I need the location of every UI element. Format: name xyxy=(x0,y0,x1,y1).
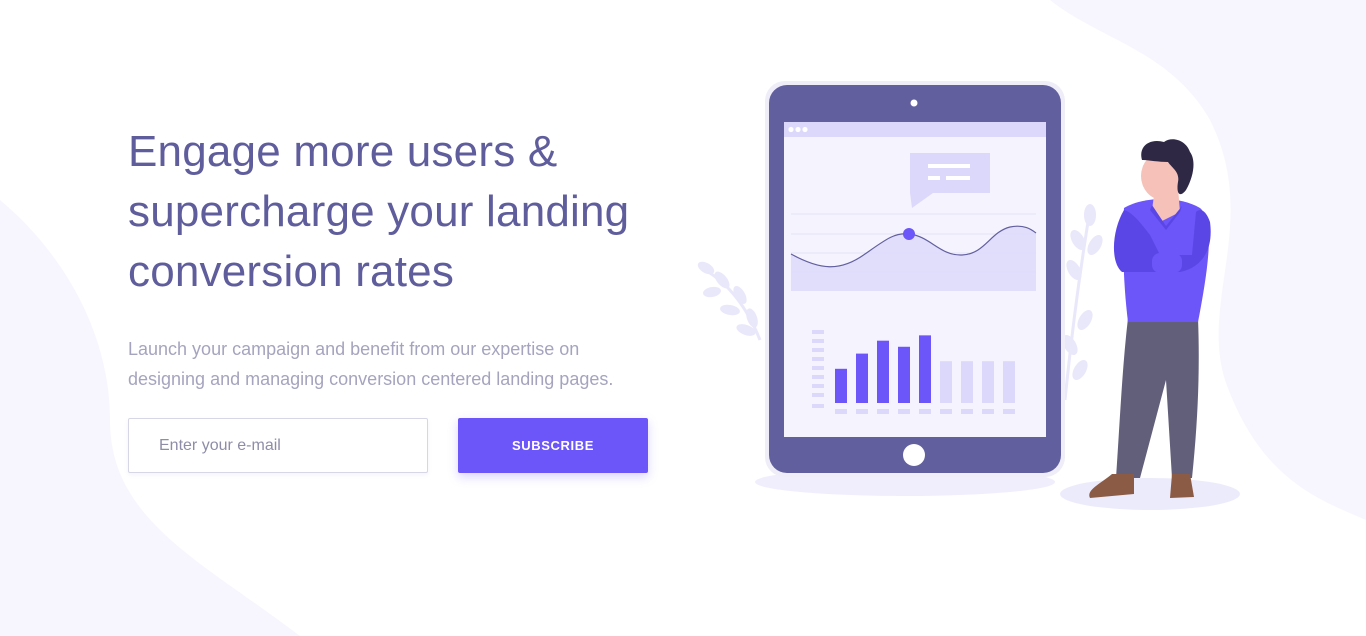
subtext-line: Launch your campaign and benefit from ou… xyxy=(128,339,580,359)
right-blob xyxy=(1050,0,1366,520)
headline-line: supercharge your landing xyxy=(128,187,630,236)
signup-form: SUBSCRIBE xyxy=(128,418,648,473)
subscribe-button[interactable]: SUBSCRIBE xyxy=(458,418,648,473)
headline-line: conversion rates xyxy=(128,247,455,296)
hero-text: Engage more users & supercharge your lan… xyxy=(128,122,688,394)
subtext: Launch your campaign and benefit from ou… xyxy=(128,334,688,394)
headline-line: Engage more users & xyxy=(128,127,558,176)
email-input[interactable] xyxy=(128,418,428,473)
subtext-line: designing and managing conversion center… xyxy=(128,369,614,389)
headline: Engage more users & supercharge your lan… xyxy=(128,122,688,302)
